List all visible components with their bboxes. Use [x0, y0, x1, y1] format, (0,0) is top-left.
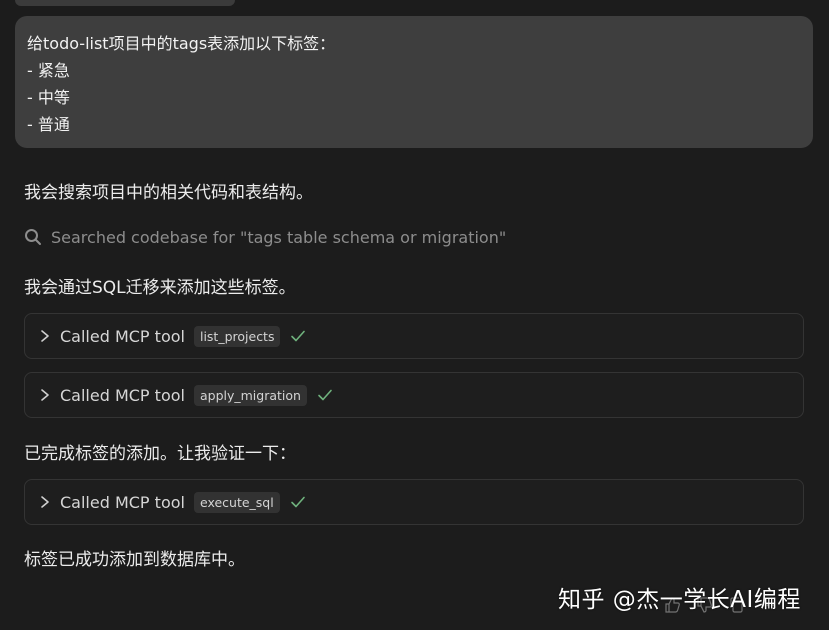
tool-call-label: Called MCP tool — [60, 385, 185, 405]
tool-name-chip: list_projects — [193, 325, 281, 347]
previous-message-stub — [15, 0, 235, 6]
search-activity-row[interactable]: Searched codebase for "tags table schema… — [24, 226, 506, 248]
assistant-verify-text: 已完成标签的添加。让我验证一下： — [24, 444, 296, 464]
search-icon — [25, 229, 41, 245]
user-message-line: - 普通 — [27, 115, 70, 134]
tool-name-chip: execute_sql — [193, 491, 280, 513]
assistant-intro-text: 我会搜索项目中的相关代码和表结构。 — [24, 183, 313, 203]
checkmark-icon — [291, 330, 306, 342]
chevron-right-icon[interactable] — [39, 388, 51, 402]
user-message-line: - 中等 — [27, 88, 70, 107]
user-message-line: 给todo-list项目中的tags表添加以下标签： — [27, 34, 336, 53]
user-message-bubble: 给todo-list项目中的tags表添加以下标签： - 紧急 - 中等 - 普… — [15, 16, 813, 148]
search-activity-text: Searched codebase for "tags table schema… — [51, 227, 507, 247]
tool-name-chip: apply_migration — [193, 384, 307, 406]
tool-call-card-execute-sql[interactable]: Called MCP tool execute_sql — [24, 479, 804, 525]
chevron-right-icon[interactable] — [39, 329, 51, 343]
checkmark-icon — [290, 496, 305, 508]
assistant-plan-text: 我会通过SQL迁移来添加这些标签。 — [24, 278, 296, 298]
user-message-line: - 紧急 — [27, 61, 70, 80]
checkmark-icon — [318, 389, 332, 401]
tool-call-label: Called MCP tool — [60, 492, 185, 512]
assistant-final-text: 标签已成功添加到数据库中。 — [24, 550, 245, 570]
tool-call-label: Called MCP tool — [60, 326, 185, 346]
chevron-right-icon[interactable] — [39, 495, 51, 509]
watermark-text: 知乎 @杰一学长AI编程 — [558, 587, 801, 613]
tool-call-card-apply-migration[interactable]: Called MCP tool apply_migration — [24, 372, 804, 418]
tool-call-card-list-projects[interactable]: Called MCP tool list_projects — [24, 313, 804, 359]
